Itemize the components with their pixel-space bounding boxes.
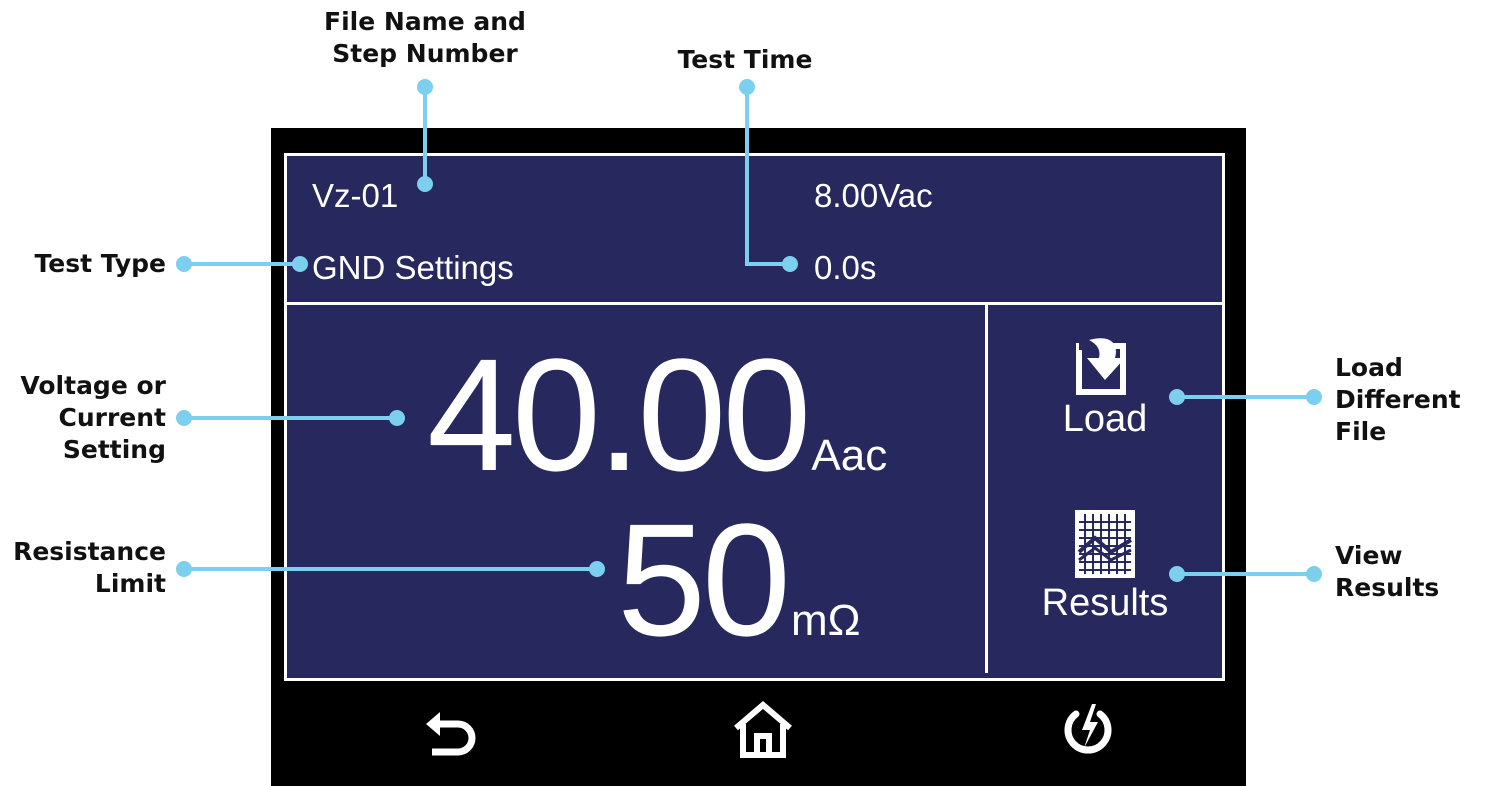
screen-header-panel: Vz-01 8.00Vac GND Settings 0.0s (284, 153, 1225, 305)
callout-line-2: Different (1335, 385, 1461, 414)
load-button[interactable]: Load (1030, 334, 1180, 441)
load-file-icon (1076, 338, 1126, 395)
callout-test-time: Test Time (660, 44, 830, 76)
panel-divider (985, 305, 988, 673)
callout-line-2: Current (58, 403, 166, 432)
voltage-setting-label: 8.00Vac (814, 177, 933, 214)
load-label: Load (1062, 398, 1148, 440)
callout-line-1: Load (1335, 353, 1403, 382)
home-icon[interactable] (730, 700, 796, 760)
current-unit: Aac (811, 431, 888, 480)
callout-test-type: Test Type (10, 248, 166, 280)
callout-load-file: Load Different File (1335, 352, 1475, 448)
callout-line-2: Step Number (332, 39, 518, 68)
power-icon[interactable] (1058, 700, 1118, 760)
resistance-value: 50 (617, 490, 791, 669)
callout-line-2: Results (1335, 573, 1440, 602)
results-button[interactable]: Results (1030, 508, 1180, 625)
test-type-label: GND Settings (312, 249, 514, 286)
screen-main-panel: 40.00Aac 50mΩ (284, 305, 989, 681)
resistance-limit[interactable]: 50mΩ (617, 500, 861, 660)
callout-view-results: View Results (1335, 540, 1475, 604)
callout-line-1: Test Type (34, 249, 166, 278)
callout-line-1: Voltage or (20, 371, 166, 400)
callout-line-1: File Name and (324, 7, 526, 36)
resistance-unit: mΩ (790, 596, 861, 645)
file-step-label: Vz-01 (312, 177, 399, 214)
results-chart-icon (1075, 510, 1135, 578)
callout-line-3: Setting (62, 435, 166, 464)
results-label: Results (1041, 582, 1169, 624)
test-time-label: 0.0s (814, 249, 877, 286)
back-arrow-icon[interactable] (420, 700, 480, 760)
callout-line-1: View (1335, 541, 1403, 570)
callout-file-name-step: File Name and Step Number (300, 6, 550, 70)
callout-resistance-limit: Resistance Limit (10, 536, 166, 600)
callout-line-1: Test Time (677, 45, 813, 74)
current-setting[interactable]: 40.00Aac (427, 335, 887, 495)
callout-line-1: Resistance (13, 537, 166, 566)
current-value: 40.00 (427, 325, 811, 504)
callout-voltage-current: Voltage or Current Setting (10, 370, 166, 466)
callout-line-2: Limit (94, 569, 166, 598)
callout-line-3: File (1335, 417, 1387, 446)
